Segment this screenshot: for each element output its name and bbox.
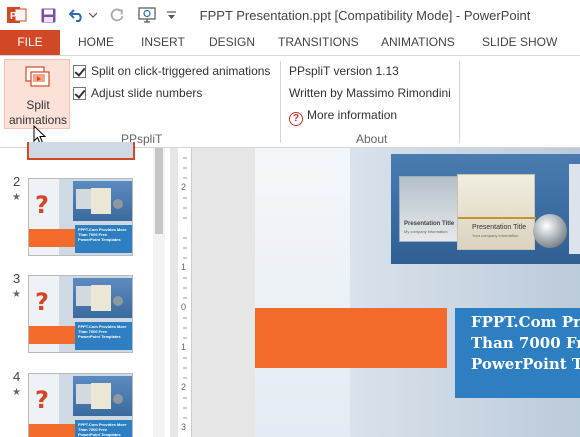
option-adjust-slide-numbers[interactable]: Adjust slide numbers	[73, 84, 202, 102]
thumb-blue-block: FPPT.Com Provides More Than 7000 Free Powe…	[75, 322, 132, 350]
mini-slide-b-title: Presentation Title	[472, 224, 527, 231]
animation-star-icon: ★	[12, 289, 21, 300]
thumb-mini-slide	[76, 286, 92, 306]
tab-file[interactable]: FILE	[0, 30, 60, 55]
tab-slide-show[interactable]: SLIDE SHOW	[482, 30, 557, 55]
about-version: PPspliT version 1.13	[289, 64, 399, 78]
slide-number: 2	[13, 174, 21, 189]
thumb-globe	[113, 199, 123, 209]
thumb-orange-block	[29, 229, 75, 247]
slide-orange-block	[255, 308, 447, 368]
tab-home[interactable]: HOME	[78, 30, 114, 55]
more-information-label: More information	[307, 108, 398, 122]
ruler-label: 0	[181, 302, 187, 312]
slide-thumbnail[interactable]: ? FPPT.Com Provides More Than 7000 Free Pow…	[28, 275, 133, 353]
thumb-text-line: PowerPoint Templates	[78, 334, 121, 339]
animation-star-icon: ★	[12, 387, 21, 398]
slide-picture: Presentation Title My company informatio…	[391, 154, 580, 264]
thumb-logo-icon: ?	[35, 191, 49, 219]
option-adjust-slide-numbers-label: Adjust slide numbers	[91, 86, 203, 100]
ruler-label: 2	[181, 382, 187, 392]
tab-design[interactable]: DESIGN	[209, 30, 255, 55]
mini-slide-b-rule	[458, 217, 536, 219]
vertical-ruler: 2 1 0 1 2 3	[178, 148, 192, 437]
mini-slide-a-title: Presentation Title	[404, 221, 455, 227]
ribbon-tabs: FILE HOME INSERT DESIGN TRANSITIONS ANIM…	[0, 30, 580, 55]
split-animations-button[interactable]: Split animations	[4, 59, 70, 129]
mini-slide-a-subtitle: My company information	[404, 229, 448, 234]
thumb-text-line: PowerPoint Templates	[78, 237, 121, 242]
slide-thumbnail[interactable]: ? FPPT.Com Provides More Than 7000 Free Pow…	[28, 178, 133, 256]
tab-insert[interactable]: INSERT	[141, 30, 185, 55]
thumb-mini-slide	[91, 285, 111, 311]
slide-title-line: Than 7000 Fr	[471, 334, 580, 352]
thumbnails-scrollbar[interactable]	[153, 148, 165, 437]
more-information-link[interactable]: ? More information	[289, 108, 397, 126]
group-divider	[280, 61, 281, 143]
ruler-label: 3	[181, 422, 187, 432]
mini-slide-b-subtitle: Your company information	[472, 233, 519, 238]
checkbox-checked-icon[interactable]	[73, 86, 86, 100]
slide-title-line: PowerPoint T	[471, 355, 580, 373]
thumb-blue-block: FPPT.Com Provides More Than 7000 Free Powe…	[75, 225, 132, 253]
thumb-mini-slide	[91, 188, 111, 214]
thumb-mini-slide	[76, 384, 92, 404]
help-icon: ?	[289, 112, 303, 126]
about-author: Written by Massimo Rimondini	[289, 86, 451, 100]
group-label-about: About	[356, 132, 388, 146]
tab-animations[interactable]: ANIMATIONS	[381, 30, 455, 55]
group-divider	[459, 61, 460, 143]
title-bar: P FPPT Presentation.ppt [Compatibility M…	[0, 0, 580, 30]
window-title: FPPT Presentation.ppt [Compatibility Mod…	[199, 8, 531, 23]
current-slide[interactable]: Presentation Title My company informatio…	[255, 148, 580, 437]
scrollbar-thumb[interactable]	[155, 148, 163, 234]
thumb-logo-icon: ?	[35, 386, 49, 414]
slide-number: 3	[13, 271, 21, 286]
option-split-click-triggered-label: Split on click-triggered animations	[91, 64, 271, 78]
slide-title-line: FPPT.Com Pro	[471, 313, 580, 331]
thumb-orange-block	[29, 424, 75, 437]
thumb-mini-slide	[76, 189, 92, 209]
ruler-label: 1	[181, 262, 187, 272]
slide-number: 4	[13, 369, 21, 384]
mini-slide-c	[569, 164, 580, 254]
thumb-globe	[113, 296, 123, 306]
mini-slide-a: Presentation Title My company informatio…	[399, 176, 461, 242]
slide-thumbnail-selected[interactable]	[27, 142, 135, 160]
ruler-label: 1	[181, 342, 187, 352]
globe-image	[533, 214, 567, 248]
slide-background-strip	[255, 148, 350, 437]
thumb-mini-slide	[91, 383, 111, 409]
thumb-logo-icon: ?	[35, 288, 49, 316]
slide-thumbnail[interactable]: ? FPPT.Com Provides More Than 7000 Free Pow…	[28, 373, 133, 437]
mini-slide-b: Presentation Title Your company informat…	[457, 174, 536, 250]
thumb-globe	[113, 394, 123, 404]
slide-title-box[interactable]: FPPT.Com Pro Than 7000 Fr PowerPoint T	[455, 308, 580, 398]
ruler-label: 2	[181, 182, 187, 192]
ribbon: Split animations Split on click-triggere…	[0, 55, 580, 148]
thumb-text-line: PowerPoint Templates	[78, 432, 121, 437]
split-animations-label-line1: Split	[26, 98, 50, 112]
thumb-blue-block: FPPT.Com Provides More Than 7000 Free Powe…	[75, 420, 132, 437]
option-split-click-triggered[interactable]: Split on click-triggered animations	[73, 62, 270, 80]
tab-transitions[interactable]: TRANSITIONS	[278, 30, 359, 55]
split-animations-icon	[25, 66, 51, 93]
thumb-orange-block	[29, 326, 75, 344]
checkbox-checked-icon[interactable]	[73, 64, 86, 78]
animation-star-icon: ★	[12, 192, 21, 203]
